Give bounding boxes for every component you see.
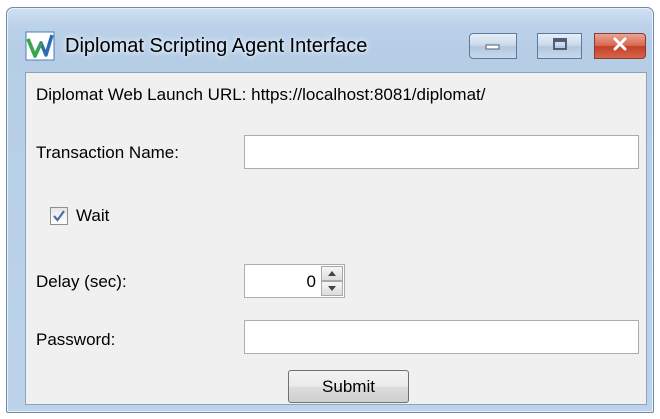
triangle-up-icon bbox=[328, 271, 336, 276]
maximize-icon bbox=[552, 37, 568, 56]
checkmark-icon bbox=[53, 210, 65, 222]
password-input[interactable] bbox=[244, 320, 639, 354]
wait-checkbox[interactable] bbox=[50, 207, 68, 225]
diplomat-app-icon[interactable] bbox=[25, 31, 55, 61]
wait-label[interactable]: Wait bbox=[76, 206, 109, 226]
password-label: Password: bbox=[36, 330, 116, 349]
maximize-button[interactable] bbox=[537, 33, 582, 59]
transaction-name-input[interactable] bbox=[244, 135, 639, 169]
delay-value[interactable]: 0 bbox=[307, 272, 316, 292]
delay-spinner[interactable]: 0 bbox=[244, 264, 345, 298]
minimize-button[interactable] bbox=[469, 33, 517, 59]
form-panel: Diplomat Web Launch URL: https://localho… bbox=[25, 72, 647, 405]
transaction-name-label: Transaction Name: bbox=[36, 143, 179, 162]
close-button[interactable] bbox=[594, 33, 646, 59]
spinner-down-button[interactable] bbox=[321, 281, 343, 296]
app-window: Diplomat Scripting Agent Interface Diplo… bbox=[6, 7, 654, 413]
delay-label: Delay (sec): bbox=[36, 272, 127, 291]
triangle-down-icon bbox=[328, 286, 336, 291]
spinner-up-button[interactable] bbox=[321, 266, 343, 281]
close-icon bbox=[612, 37, 628, 56]
title-bar[interactable]: Diplomat Scripting Agent Interface bbox=[7, 8, 653, 72]
window-title: Diplomat Scripting Agent Interface bbox=[65, 35, 368, 57]
submit-button[interactable]: Submit bbox=[288, 370, 409, 403]
minimize-icon bbox=[485, 37, 501, 55]
launch-url-text: Diplomat Web Launch URL: https://localho… bbox=[36, 85, 486, 104]
